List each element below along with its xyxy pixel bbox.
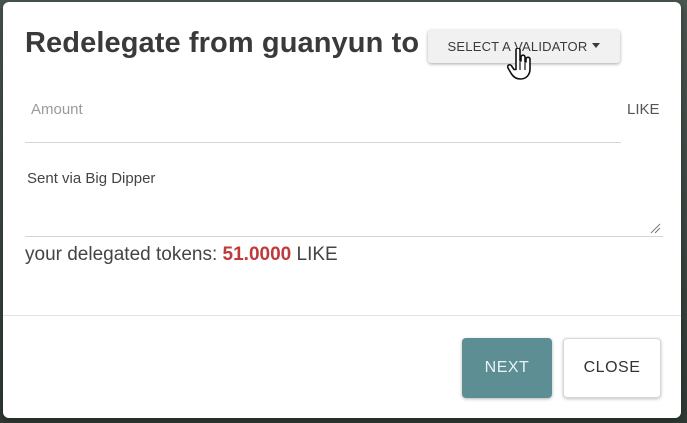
footer-divider — [3, 315, 681, 316]
memo-textarea[interactable]: Sent via Big Dipper — [25, 164, 659, 234]
modal-title: Redelegate from guanyun to — [25, 27, 420, 59]
amount-input[interactable] — [25, 94, 611, 124]
delegated-tokens-unit: LIKE — [291, 244, 338, 265]
caret-down-icon — [592, 43, 601, 48]
modal-header: Redelegate from guanyun to SELECT A VALI… — [3, 2, 681, 82]
amount-unit-label: LIKE — [627, 101, 660, 118]
redelegate-modal: Redelegate from guanyun to SELECT A VALI… — [3, 2, 681, 418]
hand-pointer-cursor-icon — [507, 48, 531, 80]
amount-field — [25, 94, 621, 143]
close-button[interactable]: CLOSE — [563, 338, 661, 398]
delegated-tokens-text: your delegated tokens: 51.0000 LIKE — [25, 244, 338, 266]
memo-field: Sent via Big Dipper — [25, 164, 663, 237]
delegated-tokens-amount: 51.0000 — [222, 244, 292, 265]
next-button[interactable]: NEXT — [462, 338, 552, 398]
resize-grip-icon[interactable] — [649, 222, 661, 234]
delegated-tokens-prefix: your delegated tokens: — [25, 244, 223, 265]
